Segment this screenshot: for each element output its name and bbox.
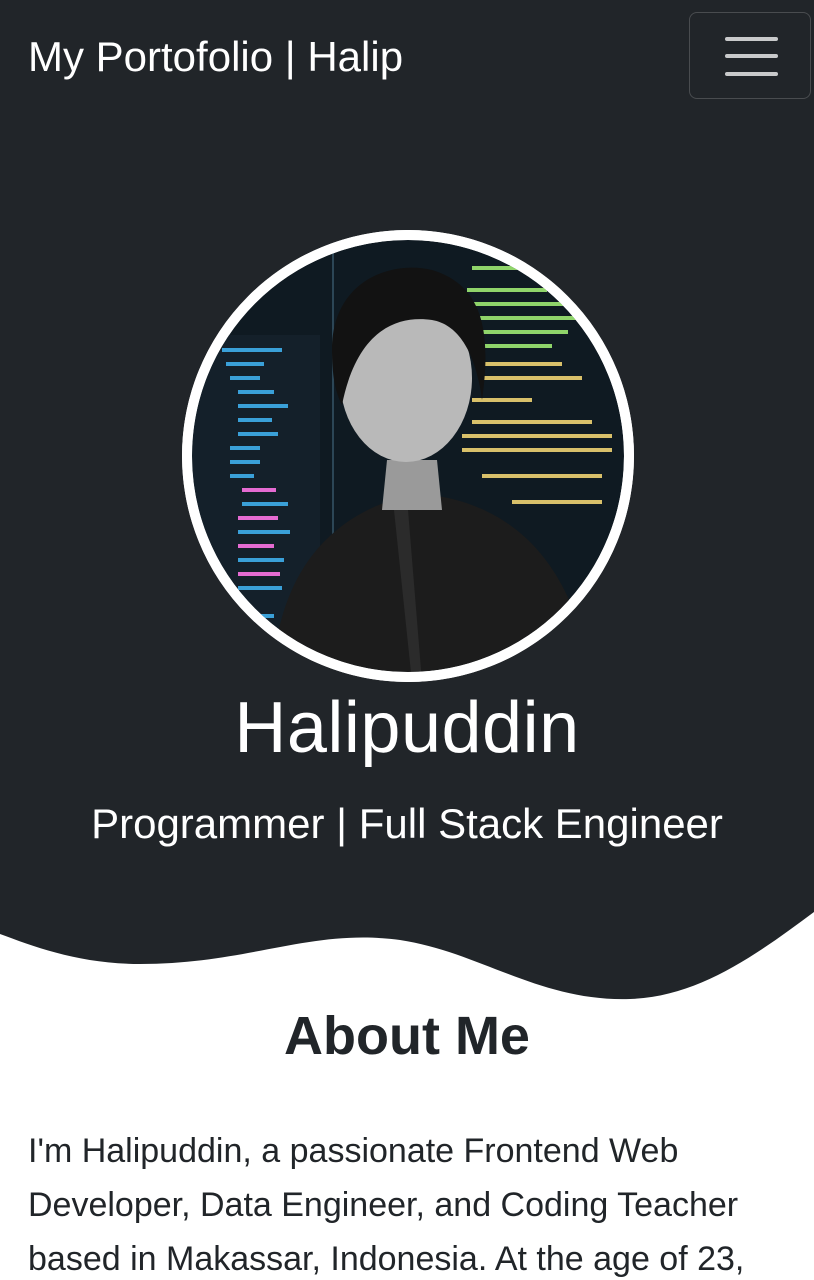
about-title: About Me bbox=[284, 1006, 530, 1066]
hero-name: Halipuddin bbox=[234, 688, 580, 768]
navbar: My Portofolio | Halip bbox=[0, 0, 814, 112]
profile-photo bbox=[182, 230, 634, 682]
navbar-toggle-button[interactable] bbox=[689, 12, 811, 99]
about-text: I'm Halipuddin, a passionate Frontend We… bbox=[28, 1132, 745, 1278]
hero-section: Halipuddin Programmer | Full Stack Engin… bbox=[0, 112, 814, 1012]
page: My Portofolio | Halip Halipuddin Program… bbox=[0, 0, 814, 1280]
navbar-brand[interactable]: My Portofolio | Halip bbox=[28, 32, 403, 82]
hero-role: Programmer | Full Stack Engineer bbox=[91, 800, 723, 847]
